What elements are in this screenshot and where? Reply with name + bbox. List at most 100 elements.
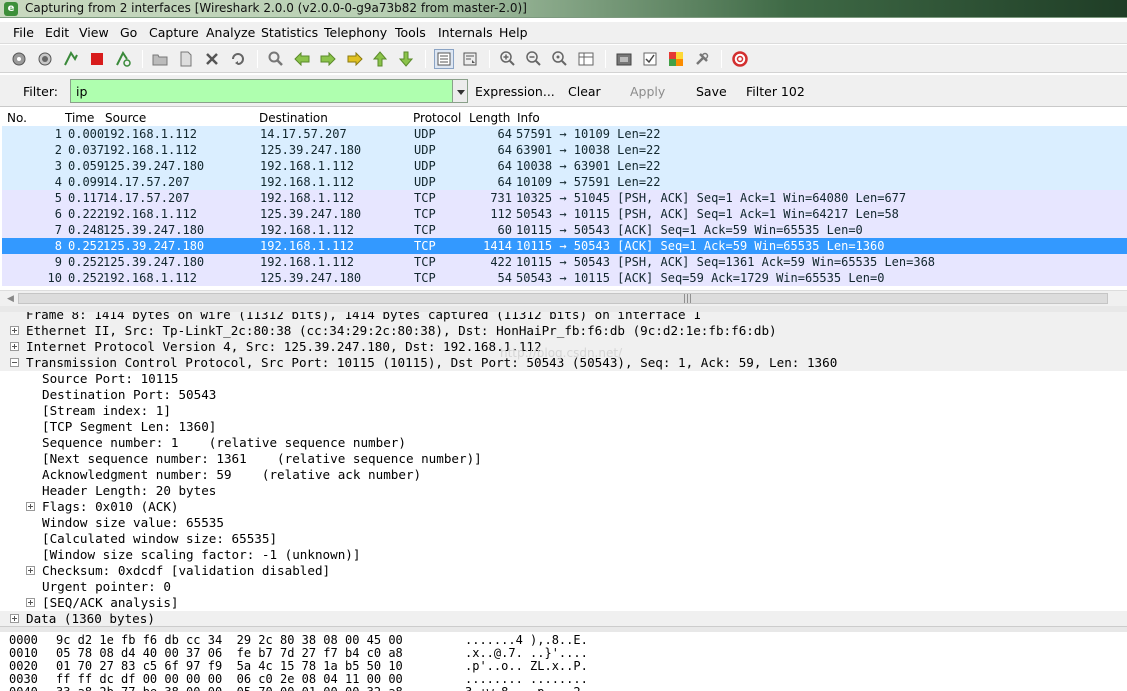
packet-list-hscrollbar[interactable]: ◀ ||| bbox=[0, 290, 1127, 306]
column-destination-header[interactable]: Destination bbox=[259, 111, 328, 125]
field-tree-node[interactable]: Checksum: 0xdcdf [validation disabled] bbox=[0, 563, 1127, 579]
menu-go[interactable]: Go bbox=[120, 25, 137, 40]
field-tree-node[interactable]: Acknowledgment number: 59 (relative ack … bbox=[0, 467, 1127, 483]
open-icon[interactable] bbox=[150, 49, 170, 69]
field-tree-node[interactable]: [TCP Segment Len: 1360] bbox=[0, 419, 1127, 435]
restart-icon[interactable] bbox=[113, 49, 133, 69]
coloring-rules-icon[interactable] bbox=[666, 49, 686, 69]
autoscroll-icon[interactable] bbox=[460, 49, 480, 69]
column-time-header[interactable]: Time bbox=[65, 111, 94, 125]
expand-icon[interactable] bbox=[10, 342, 19, 351]
menu-help[interactable]: Help bbox=[499, 25, 528, 40]
table-row[interactable]: 6 0.222 192.168.1.112 125.39.247.180 TCP 112 5… bbox=[2, 206, 1127, 222]
table-row[interactable]: 9 0.252 125.39.247.180 192.168.1.112 TCP 422 1… bbox=[2, 254, 1127, 270]
expand-icon[interactable] bbox=[26, 502, 35, 511]
protocol-tree-node[interactable]: Ethernet II, Src: Tp-LinkT_2c:80:38 (cc:… bbox=[0, 323, 1127, 339]
field-tree-node[interactable]: [Stream index: 1] bbox=[0, 403, 1127, 419]
column-info-header[interactable]: Info bbox=[517, 111, 540, 125]
field-tree-node[interactable]: [Next sequence number: 1361 (relative se… bbox=[0, 451, 1127, 467]
find-icon[interactable] bbox=[266, 49, 286, 69]
scrollbar-thumb[interactable]: ||| bbox=[18, 293, 1108, 304]
cell-protocol: TCP bbox=[414, 223, 436, 237]
field-tree-node[interactable]: [Calculated window size: 65535] bbox=[0, 531, 1127, 547]
cell-destination: 192.168.1.112 bbox=[260, 255, 354, 269]
collapse-icon[interactable] bbox=[10, 358, 19, 367]
tree-node-label: Frame 8: 1414 bytes on wire (11312 bits)… bbox=[26, 312, 701, 322]
capture-filters-icon[interactable] bbox=[614, 49, 634, 69]
back-icon[interactable] bbox=[292, 49, 312, 69]
table-row[interactable]: 4 0.099 14.17.57.207 192.168.1.112 UDP 64 1010… bbox=[2, 174, 1127, 190]
table-row[interactable]: 2 0.037 192.168.1.112 125.39.247.180 UDP 64 63… bbox=[2, 142, 1127, 158]
resize-columns-icon[interactable] bbox=[576, 49, 596, 69]
menu-tools[interactable]: Tools bbox=[395, 25, 426, 40]
cell-source: 14.17.57.207 bbox=[103, 191, 190, 205]
top-icon[interactable] bbox=[370, 49, 390, 69]
stop-icon[interactable] bbox=[87, 49, 107, 69]
column-protocol-header[interactable]: Protocol bbox=[413, 111, 461, 125]
table-row[interactable]: 7 0.248 125.39.247.180 192.168.1.112 TCP 60 10… bbox=[2, 222, 1127, 238]
expand-icon[interactable] bbox=[26, 566, 35, 575]
options-icon[interactable] bbox=[35, 49, 55, 69]
expression-button[interactable]: Expression... bbox=[475, 84, 555, 99]
field-tree-node[interactable]: [Window size scaling factor: -1 (unknown… bbox=[0, 547, 1127, 563]
goto-icon[interactable] bbox=[344, 49, 364, 69]
apply-filter-button[interactable]: Apply bbox=[630, 84, 665, 99]
interfaces-icon[interactable] bbox=[9, 49, 29, 69]
hex-ascii: 3.+w.8.. .p....2. bbox=[465, 686, 588, 691]
field-tree-node[interactable]: Urgent pointer: 0 bbox=[0, 579, 1127, 595]
column-source-header[interactable]: Source bbox=[105, 111, 146, 125]
menu-edit[interactable]: Edit bbox=[45, 25, 69, 40]
zoom-in-icon[interactable] bbox=[498, 49, 518, 69]
start-icon[interactable] bbox=[61, 49, 81, 69]
menu-telephony[interactable]: Telephony bbox=[324, 25, 387, 40]
table-row[interactable]: 1 0.000 192.168.1.112 14.17.57.207 UDP 64 5759… bbox=[2, 126, 1127, 142]
zoom-out-icon[interactable] bbox=[524, 49, 544, 69]
expand-icon[interactable] bbox=[26, 598, 35, 607]
cell-time: 0.099 bbox=[68, 175, 104, 189]
protocol-tree-node[interactable]: Frame 8: 1414 bytes on wire (11312 bits)… bbox=[0, 312, 1127, 323]
menu-file[interactable]: File bbox=[13, 25, 34, 40]
zoom-normal-icon[interactable] bbox=[550, 49, 570, 69]
menu-analyze[interactable]: Analyze bbox=[206, 25, 255, 40]
field-tree-node[interactable]: Sequence number: 1 (relative sequence nu… bbox=[0, 435, 1127, 451]
table-row[interactable]: 8 0.252 125.39.247.180 192.168.1.112 TCP 1414… bbox=[2, 238, 1127, 254]
table-row[interactable]: 5 0.117 14.17.57.207 192.168.1.112 TCP 731 103… bbox=[2, 190, 1127, 206]
table-row[interactable]: 3 0.059 125.39.247.180 192.168.1.112 UDP 64 10… bbox=[2, 158, 1127, 174]
expand-icon[interactable] bbox=[10, 326, 19, 335]
scroll-left-arrow-icon[interactable]: ◀ bbox=[7, 294, 14, 304]
field-tree-node[interactable]: Flags: 0x010 (ACK) bbox=[0, 499, 1127, 515]
menu-view[interactable]: View bbox=[79, 25, 109, 40]
cell-info: 57591 → 10109 Len=22 bbox=[516, 127, 661, 141]
field-tree-node[interactable]: [SEQ/ACK analysis] bbox=[0, 595, 1127, 611]
tree-node-label: Sequence number: 1 (relative sequence nu… bbox=[42, 435, 406, 450]
filter-history-dropdown[interactable] bbox=[452, 79, 468, 103]
help-icon[interactable] bbox=[730, 49, 750, 69]
field-tree-node[interactable]: Window size value: 65535 bbox=[0, 515, 1127, 531]
reload-icon[interactable] bbox=[228, 49, 248, 69]
save-filter-button[interactable]: Save bbox=[696, 84, 727, 99]
colorize-icon[interactable] bbox=[434, 49, 454, 69]
tree-node-label: Destination Port: 50543 bbox=[42, 387, 217, 402]
protocol-tree-node[interactable]: Data (1360 bytes) bbox=[0, 611, 1127, 626]
field-tree-node[interactable]: Destination Port: 50543 bbox=[0, 387, 1127, 403]
saved-filter-102-button[interactable]: Filter 102 bbox=[746, 84, 805, 99]
close-icon[interactable] bbox=[202, 49, 222, 69]
column-length-header[interactable]: Length bbox=[469, 111, 510, 125]
field-tree-node[interactable]: Source Port: 10115 bbox=[0, 371, 1127, 387]
clear-filter-button[interactable]: Clear bbox=[568, 84, 601, 99]
cell-no: 1 bbox=[54, 127, 62, 141]
field-tree-node[interactable]: Header Length: 20 bytes bbox=[0, 483, 1127, 499]
table-row[interactable]: 10 0.252 192.168.1.112 125.39.247.180 TCP 54 5… bbox=[2, 270, 1127, 286]
menu-statistics[interactable]: Statistics bbox=[261, 25, 318, 40]
open-recent-icon[interactable] bbox=[176, 49, 196, 69]
display-filters-icon[interactable] bbox=[640, 49, 660, 69]
menu-capture[interactable]: Capture bbox=[149, 25, 199, 40]
display-filter-input[interactable] bbox=[70, 79, 454, 103]
bottom-icon[interactable] bbox=[396, 49, 416, 69]
preferences-icon[interactable] bbox=[692, 49, 712, 69]
column-no-header[interactable]: No. bbox=[7, 111, 27, 125]
forward-icon[interactable] bbox=[318, 49, 338, 69]
expand-icon[interactable] bbox=[10, 614, 19, 623]
tree-node-label: Acknowledgment number: 59 (relative ack … bbox=[42, 467, 422, 482]
menu-internals[interactable]: Internals bbox=[438, 25, 493, 40]
